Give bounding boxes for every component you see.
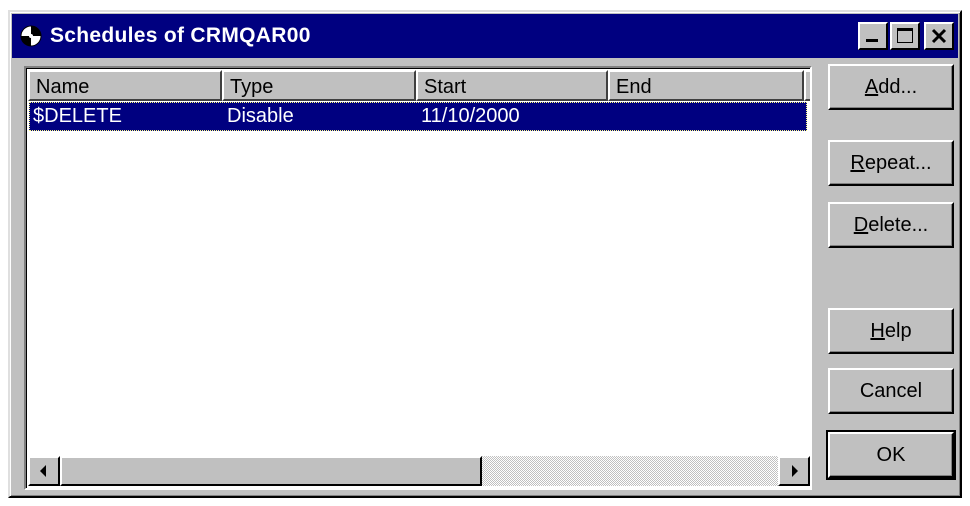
- column-header-end[interactable]: End: [608, 70, 804, 101]
- column-header-type[interactable]: Type: [222, 70, 416, 101]
- maximize-icon: [897, 28, 913, 43]
- arrow-right-icon: [792, 465, 798, 477]
- repeat-button[interactable]: Repeat...: [828, 140, 954, 186]
- maximize-button[interactable]: [890, 22, 920, 50]
- repeat-mnemonic: R: [850, 152, 865, 174]
- schedule-list[interactable]: Name Type Start End $DELETE Disable 11/1…: [24, 66, 812, 490]
- cancel-button[interactable]: Cancel: [828, 368, 954, 414]
- table-row[interactable]: $DELETE Disable 11/10/2000: [29, 102, 807, 131]
- help-mnemonic: H: [870, 320, 885, 342]
- close-button[interactable]: [924, 22, 954, 50]
- add-label: dd...: [878, 76, 918, 98]
- delete-mnemonic: D: [853, 214, 869, 236]
- arrow-left-icon: [40, 465, 46, 477]
- scroll-left-button[interactable]: [28, 456, 60, 486]
- title-bar[interactable]: Schedules of CRMQAR00: [12, 14, 958, 58]
- window-title: Schedules of CRMQAR00: [50, 24, 311, 47]
- ok-button[interactable]: OK: [826, 430, 956, 480]
- clock-icon: [20, 25, 42, 47]
- schedules-dialog: Schedules of CRMQAR00 Name Type Start En…: [8, 10, 962, 498]
- column-header-more[interactable]: [804, 70, 810, 101]
- delete-label: elete...: [868, 214, 929, 236]
- scroll-right-button[interactable]: [778, 456, 810, 486]
- column-header-name[interactable]: Name: [28, 70, 222, 101]
- add-button[interactable]: Add...: [828, 64, 954, 110]
- cell-type: Disable: [227, 105, 294, 127]
- repeat-label: epeat...: [864, 152, 932, 174]
- horizontal-scrollbar[interactable]: [28, 456, 810, 486]
- add-mnemonic: A: [864, 76, 879, 98]
- cell-start: 11/10/2000: [421, 105, 520, 127]
- column-header-start[interactable]: Start: [416, 70, 608, 101]
- help-label: elp: [884, 320, 912, 342]
- delete-button[interactable]: Delete...: [828, 202, 954, 248]
- help-button[interactable]: Help: [828, 308, 954, 354]
- minimize-icon: [866, 39, 878, 42]
- list-header: Name Type Start End: [28, 70, 810, 101]
- minimize-button[interactable]: [858, 22, 888, 50]
- cell-name: $DELETE: [33, 105, 122, 127]
- scroll-thumb[interactable]: [60, 456, 482, 486]
- close-icon: [931, 28, 947, 44]
